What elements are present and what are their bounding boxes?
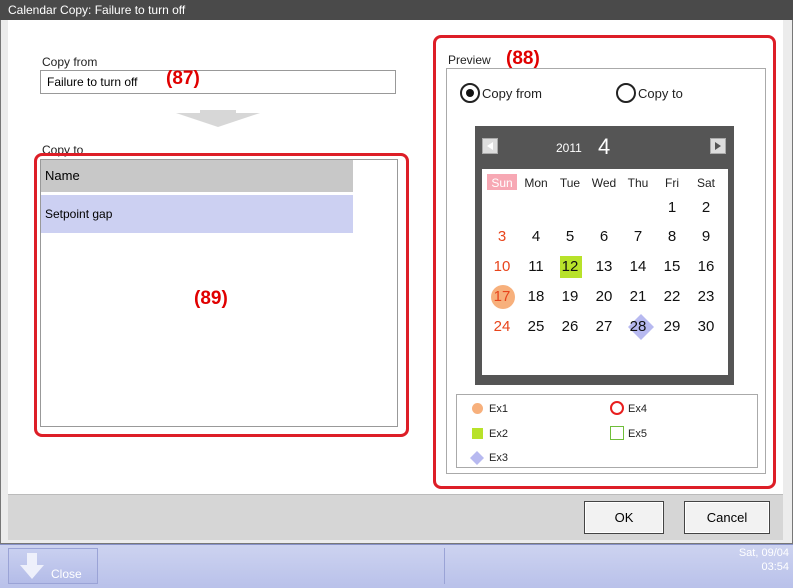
annotation-87: (87) (166, 68, 200, 89)
copy-direction-arrow-icon (176, 113, 260, 127)
taskbar-date: Sat, 09/04 (738, 547, 789, 559)
taskbar-slot (108, 548, 445, 584)
dialog-footer (8, 494, 783, 540)
ok-button[interactable]: OK (584, 501, 664, 534)
copy-from-field: Failure to turn off (40, 70, 396, 94)
close-button[interactable]: Close (8, 548, 98, 584)
close-button-label: Close (51, 567, 82, 581)
down-arrow-icon (20, 553, 44, 579)
taskbar-time: 03:54 (761, 561, 789, 573)
cancel-button[interactable]: Cancel (684, 501, 770, 534)
taskbar-clock: Sat, 09/04 03:54 (739, 546, 789, 574)
window-title: Calendar Copy: Failure to turn off (0, 0, 793, 20)
highlight-box-89 (34, 153, 409, 437)
copy-from-label: Copy from (42, 55, 98, 69)
highlight-box-88 (433, 35, 776, 489)
copy-from-value: Failure to turn off (47, 75, 138, 89)
